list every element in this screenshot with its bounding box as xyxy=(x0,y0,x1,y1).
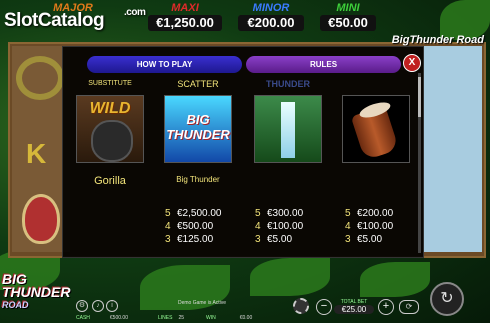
pay-value: €200.00 xyxy=(357,208,394,219)
jackpot-maxi: MAXI €1,250.00 xyxy=(146,2,224,32)
pay-count: 4 xyxy=(165,221,171,232)
spin-button[interactable]: ↻ xyxy=(430,282,464,316)
cash-display: CASH €500.00 xyxy=(76,315,128,321)
jackpot-label: MINI xyxy=(336,2,360,14)
site-logo-suffix: .com xyxy=(124,7,146,18)
symbol-card-drum xyxy=(333,79,419,163)
chip-icon[interactable] xyxy=(293,298,309,314)
pay-value: €100.00 xyxy=(357,221,394,232)
symbol-card-waterfall: THUNDER xyxy=(245,79,331,163)
reel-right xyxy=(424,46,482,252)
paytable-big-thunder: 5 €2,500.00 4 €500.00 3 €125.00 xyxy=(165,207,251,246)
game-logo-bottom: BIG THUNDER ROAD xyxy=(2,272,71,312)
bet-decrease-button[interactable]: − xyxy=(316,299,332,315)
shield-symbol-icon xyxy=(22,194,60,244)
info-icon[interactable]: i xyxy=(106,300,118,312)
drum-symbol-icon xyxy=(342,95,410,163)
pay-count: 5 xyxy=(255,208,261,219)
win-label: WIN xyxy=(206,315,216,321)
autoplay-icon[interactable]: ⟳ xyxy=(399,300,419,314)
k-symbol-icon: K xyxy=(26,138,47,169)
waterfall-symbol-icon xyxy=(254,95,322,163)
waterfall-icon xyxy=(281,102,295,158)
tab-rules[interactable]: RULES xyxy=(246,56,401,73)
settings-icon[interactable]: ⚙ xyxy=(76,300,88,312)
pay-count: 3 xyxy=(165,234,171,245)
jackpot-label: MINOR xyxy=(252,2,290,14)
site-logo: SlotCatalog .com xyxy=(4,7,146,32)
symbol-header xyxy=(333,79,419,89)
pay-row: 5 €200.00 xyxy=(345,207,431,220)
lines-display: LINES 25 xyxy=(158,315,184,321)
sound-icon[interactable]: ♪ xyxy=(92,300,104,312)
pay-value: €5.00 xyxy=(267,234,293,245)
logo-line: ROAD xyxy=(2,300,29,310)
jackpot-value: €50.00 xyxy=(320,15,376,31)
cash-value: €500.00 xyxy=(109,315,128,321)
jackpot-minor: MINOR €200.00 xyxy=(236,2,306,32)
game-logo-top: BigThunder Road xyxy=(391,34,484,46)
symbol-header: SCATTER xyxy=(177,79,219,89)
jackpot-value: €1,250.00 xyxy=(148,15,222,31)
bet-increase-button[interactable]: + xyxy=(378,299,394,315)
leaf-decoration xyxy=(250,258,330,296)
pay-row: 3 €125.00 xyxy=(165,233,251,246)
symbol-art-text: BIG THUNDER xyxy=(166,112,230,142)
win-value: €0.00 xyxy=(239,315,253,321)
lines-label: LINES xyxy=(158,315,173,321)
pay-value: €300.00 xyxy=(267,208,304,219)
gorilla-face-icon xyxy=(91,120,133,162)
leaf-decoration xyxy=(360,262,430,297)
pay-count: 3 xyxy=(345,234,351,245)
big-thunder-scatter-symbol-icon: BIG THUNDER xyxy=(164,95,232,163)
jackpot-label: MAXI xyxy=(171,2,199,14)
pay-value: €125.00 xyxy=(177,234,214,245)
close-button[interactable]: X xyxy=(403,54,421,72)
pay-count: 4 xyxy=(255,221,261,232)
symbol-name: Gorilla xyxy=(94,175,126,187)
symbol-art-text: WILD xyxy=(89,100,131,117)
cash-label: CASH xyxy=(76,315,90,321)
pay-value: €100.00 xyxy=(267,221,304,232)
pay-row: 4 €100.00 xyxy=(345,220,431,233)
symbol-card-gorilla: SUBSTITUTE WILD Gorilla xyxy=(67,79,153,187)
paytable-waterfall: 5 €300.00 4 €100.00 3 €5.00 xyxy=(255,207,341,246)
pay-row: 3 €5.00 xyxy=(345,233,431,246)
win-display: WIN €0.00 xyxy=(206,315,252,321)
total-bet-value: €25.00 xyxy=(334,305,374,314)
pay-row: 5 €300.00 xyxy=(255,207,341,220)
lines-value: 25 xyxy=(178,315,185,321)
total-bet-display: TOTAL BET €25.00 xyxy=(334,299,374,314)
pay-row: 4 €100.00 xyxy=(255,220,341,233)
pay-value: €500.00 xyxy=(177,221,214,232)
pay-count: 4 xyxy=(345,221,351,232)
pay-value: €5.00 xyxy=(357,234,383,245)
symbol-card-big-thunder: SCATTER BIG THUNDER Big Thunder xyxy=(155,79,241,184)
paytable-modal: HOW TO PLAY RULES X SUBSTITUTE WILD Gori… xyxy=(62,46,424,258)
pay-count: 5 xyxy=(165,208,171,219)
site-logo-text: SlotCatalog xyxy=(4,10,105,31)
paytable-drum: 5 €200.00 4 €100.00 3 €5.00 xyxy=(345,207,431,246)
gorilla-wild-symbol-icon: WILD xyxy=(76,95,144,163)
symbol-header: SUBSTITUTE xyxy=(88,80,132,87)
jackpot-value: €200.00 xyxy=(238,15,304,31)
logo-line: THUNDER xyxy=(2,284,71,300)
pay-row: 5 €2,500.00 xyxy=(165,207,251,220)
symbol-header: THUNDER xyxy=(266,79,310,89)
pay-count: 3 xyxy=(255,234,261,245)
pay-count: 5 xyxy=(345,208,351,219)
jackpot-mini: MINI €50.00 xyxy=(318,2,378,32)
pay-row: 3 €5.00 xyxy=(255,233,341,246)
demo-mode-text: Demo Game is Active xyxy=(178,300,227,306)
snake-symbol-icon xyxy=(16,56,64,100)
symbol-name: Big Thunder xyxy=(176,175,220,184)
tab-how-to-play[interactable]: HOW TO PLAY xyxy=(87,56,242,73)
pay-row: 4 €500.00 xyxy=(165,220,251,233)
pay-value: €2,500.00 xyxy=(177,208,222,219)
